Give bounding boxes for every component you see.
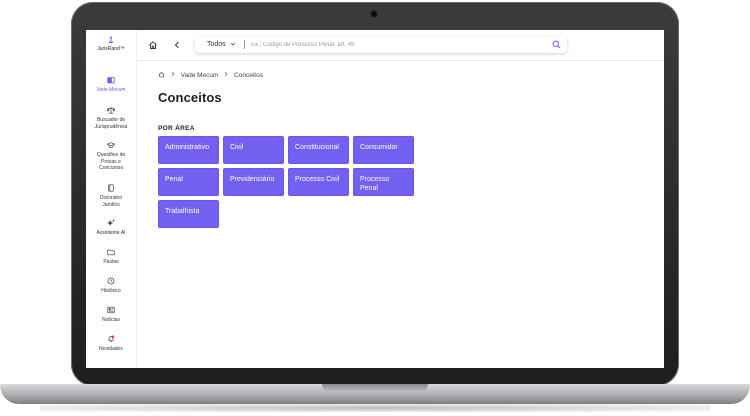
area-button-previdenciario[interactable]: Previdenciário [223,168,284,196]
graduation-cap-icon [107,142,115,148]
sidebar-item-questoes[interactable]: Questões de Provas e Concursos [86,141,136,172]
sidebar-item-historico[interactable]: Histórico [86,277,136,295]
laptop-notch [322,384,428,392]
app-screen: JurisRand™ Vade Mecum Buscador de Jurisp… [86,30,664,368]
camera-dot [371,11,377,17]
area-button-processo-civil[interactable]: Processo Civil [288,168,349,196]
brand-logo[interactable]: JurisRand™ [86,36,136,52]
sidebar-item-label: Buscador de Jurisprudência [94,117,128,130]
logo-text: JurisRand™ [97,46,125,52]
laptop-shadow [40,404,710,412]
sidebar-item-label: Pastas [103,259,119,265]
scales-icon [107,106,115,114]
sidebar: JurisRand™ Vade Mecum Buscador de Jurisp… [86,30,137,368]
sidebar-item-assistente-ai[interactable]: Assistente AI [86,219,136,237]
news-icon [107,306,115,314]
chevron-right-icon [225,71,228,77]
area-grid: Administrativo Civil Constitucional Cons… [158,136,414,228]
area-button-civil[interactable]: Civil [223,136,284,164]
history-icon [107,277,115,285]
sidebar-item-vade-mecum[interactable]: Vade Mecum [86,76,136,94]
sidebar-item-label: Vade Mecum [96,87,126,93]
sidebar-item-label: Questões de Provas e Concursos [96,152,126,171]
sidebar-item-buscador[interactable]: Buscador de Jurisprudência [86,106,136,130]
sidebar-item-label: Histórico [101,288,121,294]
search-icon[interactable] [552,40,561,49]
area-button-constitucional[interactable]: Constitucional [288,136,349,164]
section-label: POR ÁREA [158,125,195,132]
search-divider [244,40,245,49]
breadcrumb: Vade Mecum Conceitos [158,71,263,80]
search-scope-label: Todos [207,41,226,48]
sidebar-item-label: Novidades [99,346,123,352]
page-title: Conceitos [158,90,222,105]
sidebar-item-label: Assistente AI [96,230,126,236]
sparkle-icon [107,219,115,227]
sidebar-item-pastas[interactable]: Pastas [86,248,136,266]
top-bar: Todos [137,30,664,61]
area-button-trabalhista[interactable]: Trabalhista [158,200,219,228]
chevron-right-icon [171,71,175,77]
area-button-administrativo[interactable]: Administrativo [158,136,219,164]
bell-icon [108,335,115,342]
sidebar-item-dicionario[interactable]: Dicionário Jurídico [86,184,136,208]
area-button-processo-penal[interactable]: Processo Penal [353,168,414,196]
area-button-consumidor[interactable]: Consumidor [353,136,414,164]
search-input[interactable] [251,39,541,50]
breadcrumb-home-icon[interactable] [158,71,165,78]
folder-icon [107,249,115,256]
breadcrumb-item-conceitos: Conceitos [234,72,263,79]
sidebar-item-novidades[interactable]: Novidades [86,335,136,353]
search-bar: Todos [195,36,567,53]
dictionary-icon [108,184,114,192]
sidebar-item-label: Dicionário Jurídico [99,195,123,208]
logo-mark-icon [108,36,114,44]
sidebar-item-label: Notícias [101,317,121,323]
sidebar-item-noticias[interactable]: Notícias [86,306,136,324]
home-icon[interactable] [148,40,158,50]
area-button-penal[interactable]: Penal [158,168,219,196]
search-scope-dropdown[interactable]: Todos [207,39,236,50]
back-arrow-icon[interactable] [172,40,182,50]
book-icon [107,77,115,84]
chevron-down-icon [230,43,235,46]
breadcrumb-item-vade-mecum[interactable]: Vade Mecum [181,72,219,79]
